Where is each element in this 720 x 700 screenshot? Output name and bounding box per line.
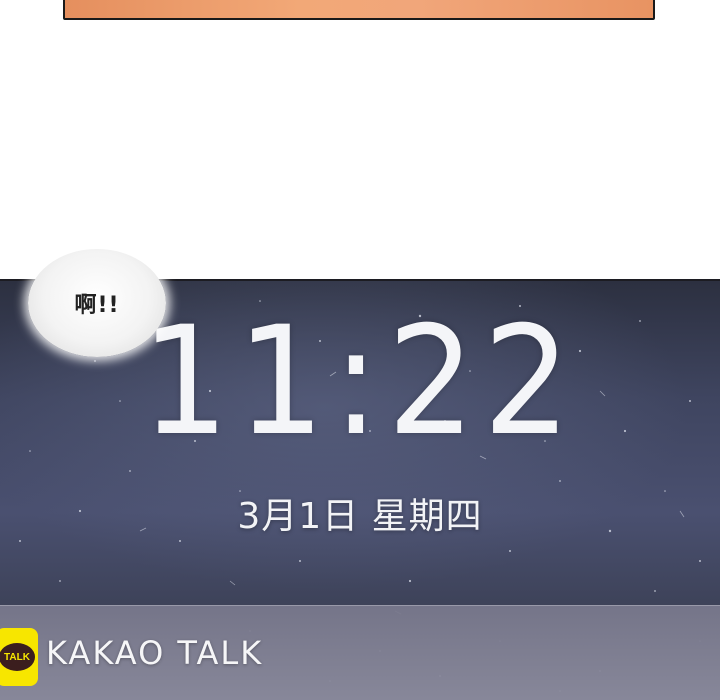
speech-bubble: 啊!! (28, 249, 166, 357)
kakaotalk-icon: TALK (0, 628, 38, 686)
notification-app-name: KAKAO TALK (46, 634, 264, 672)
kakaotalk-icon-label: TALK (0, 643, 35, 671)
comic-page: 11:22 3月1日 星期四 TALK KAKAO TALK 啊!! (0, 0, 720, 700)
lockscreen-date: 3月1日 星期四 (237, 496, 483, 537)
top-panel (63, 0, 655, 20)
speech-bubble-text: 啊!! (74, 293, 120, 318)
notification-bar[interactable]: TALK KAKAO TALK (0, 605, 720, 700)
